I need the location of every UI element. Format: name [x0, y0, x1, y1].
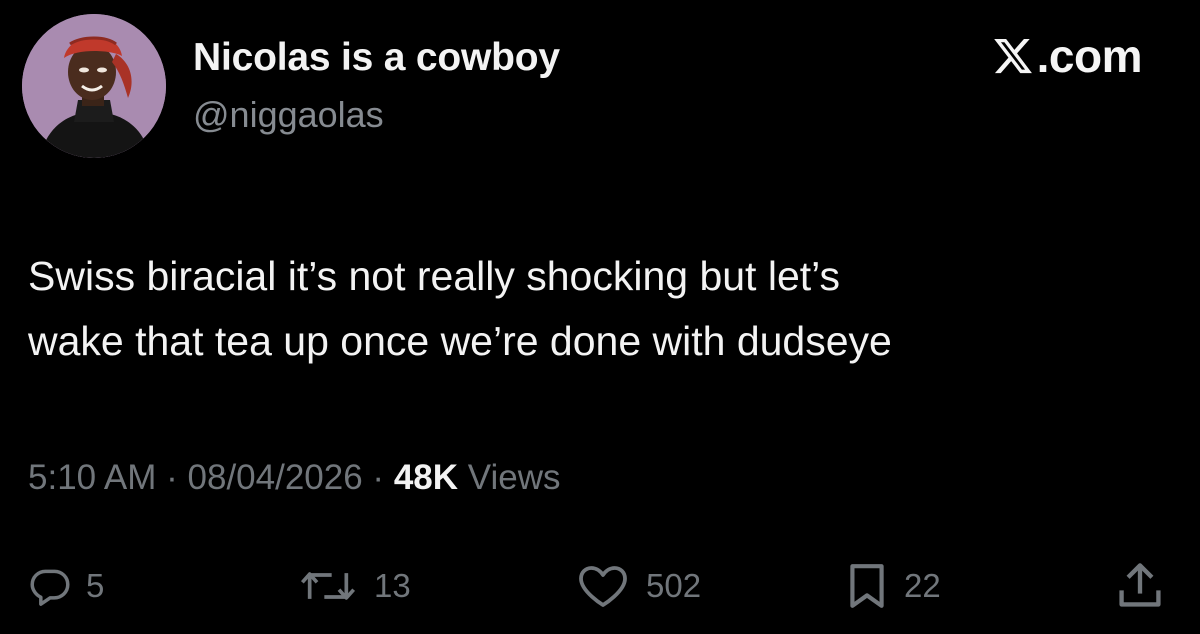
like-count: 502	[646, 567, 702, 604]
bookmark-count: 22	[904, 567, 941, 604]
repost-icon	[300, 572, 356, 600]
x-logo-icon	[993, 38, 1032, 74]
bookmark-button[interactable]: 22	[844, 556, 941, 616]
brand-watermark: .com	[991, 30, 1143, 82]
repost-count: 13	[374, 567, 411, 604]
action-bar: 5 13 502 22	[0, 556, 1200, 616]
repost-button[interactable]: 13	[296, 556, 411, 616]
views-count[interactable]: 48K	[394, 458, 458, 497]
author-handle[interactable]: @niggaolas	[193, 94, 384, 136]
avatar[interactable]	[22, 14, 166, 158]
views-label: Views	[458, 458, 561, 497]
meta-separator: ·	[156, 458, 188, 497]
avatar-portrait-image	[22, 14, 166, 158]
tweet-line: Swiss biracial it’s not really shocking …	[28, 253, 841, 299]
author-display-name[interactable]: Nicolas is a cowboy	[193, 36, 560, 80]
share-upload-icon	[1119, 563, 1161, 607]
brand-label: .com	[1036, 30, 1143, 82]
heart-icon	[579, 566, 627, 607]
tweet-line: wake that tea up once we’re done with du…	[28, 318, 892, 364]
meta-separator: ·	[362, 458, 394, 497]
like-button[interactable]: 502	[574, 556, 701, 616]
tweet-meta: 5:10 AM · 08/04/2026 · 48K Views	[28, 458, 561, 498]
reply-button[interactable]: 5	[28, 556, 104, 616]
reply-bubble-icon	[30, 569, 70, 606]
tweet-time[interactable]: 5:10 AM	[28, 458, 156, 497]
reply-count: 5	[86, 567, 105, 604]
bookmark-icon	[850, 564, 884, 608]
share-button[interactable]	[1112, 556, 1168, 616]
tweet-text: Swiss biracial it’s not really shocking …	[28, 244, 1188, 374]
tweet-date[interactable]: 08/04/2026	[188, 458, 363, 497]
